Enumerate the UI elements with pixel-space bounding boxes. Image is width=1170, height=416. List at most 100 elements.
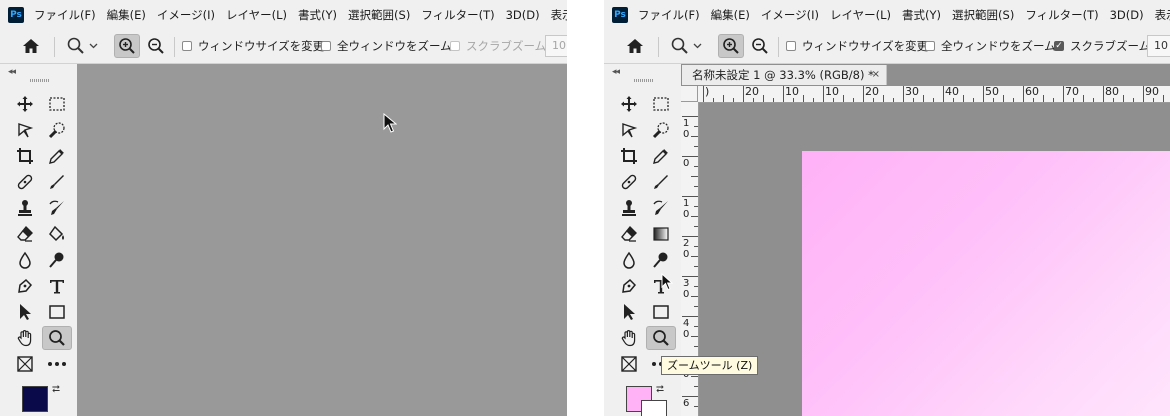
zoom-percent-field[interactable]: 10: [1147, 35, 1170, 57]
menu-layer[interactable]: レイヤー(L): [830, 7, 891, 23]
hand-tool-button[interactable]: [614, 326, 644, 350]
rect-marquee-tool-button[interactable]: [646, 92, 676, 116]
crop-tool-button[interactable]: [10, 144, 40, 168]
resize-windows-checkbox[interactable]: [182, 41, 192, 51]
menu-type[interactable]: 書式(Y): [902, 7, 941, 23]
zoom-in-button[interactable]: [718, 34, 744, 58]
hand-tool-button[interactable]: [10, 326, 40, 350]
zoom-out-button[interactable]: [747, 34, 773, 58]
ruler-tick: [682, 276, 698, 277]
eraser-tool-button[interactable]: [10, 222, 40, 246]
resize-windows-option[interactable]: ウィンドウサイズを変更: [786, 38, 928, 54]
menu-file[interactable]: ファイル(F): [638, 7, 700, 23]
dodge-tool-button[interactable]: [646, 248, 676, 272]
gradient-tool-button[interactable]: [646, 222, 676, 246]
zoom-all-windows-option[interactable]: 全ウィンドウをズーム: [321, 38, 452, 54]
scrubby-zoom-option[interactable]: ✓ スクラブズーム: [1054, 38, 1150, 54]
brush-tool-button[interactable]: [42, 170, 72, 194]
horizontal-ruler[interactable]: ) 20 10 10 20 30 40 50 60 70 80 90: [698, 86, 1170, 103]
zoom-tool-button[interactable]: [646, 326, 676, 350]
menu-select[interactable]: 選択範囲(S): [952, 7, 1014, 23]
ruler-label: 4: [683, 318, 690, 329]
menu-edit[interactable]: 編集(E): [711, 7, 750, 23]
blur-tool-button[interactable]: [614, 248, 644, 272]
collapse-panel-icon[interactable]: ◂◂: [8, 67, 16, 77]
eyedropper-tool-button[interactable]: [42, 144, 72, 168]
zoom-all-windows-checkbox[interactable]: [321, 41, 331, 51]
move-tool-button[interactable]: [614, 92, 644, 116]
scrubby-zoom-checkbox[interactable]: ✓: [1054, 41, 1064, 51]
healing-tool-button[interactable]: [10, 170, 40, 194]
brush-tool-button[interactable]: [646, 170, 676, 194]
home-button[interactable]: [16, 34, 46, 58]
close-tab-icon[interactable]: ×: [872, 65, 880, 85]
stamp-tool-button[interactable]: [614, 196, 644, 220]
zoom-in-button[interactable]: [114, 34, 140, 58]
path-select-tool-button[interactable]: [10, 300, 40, 324]
rectangle-tool-button[interactable]: [42, 300, 72, 324]
collapse-panel-icon[interactable]: ◂◂: [612, 67, 620, 77]
menu-filter[interactable]: フィルター(T): [1025, 7, 1098, 23]
history-brush-tool-button[interactable]: [42, 196, 72, 220]
menu-filter[interactable]: フィルター(T): [421, 7, 494, 23]
menu-image[interactable]: イメージ(I): [761, 7, 819, 23]
dodge-tool-button[interactable]: [42, 248, 72, 272]
ruler-minor-tick: [953, 98, 954, 102]
healing-tool-button[interactable]: [614, 170, 644, 194]
paint-bucket-tool-button[interactable]: [42, 222, 72, 246]
document-tab[interactable]: 名称未設定 1 @ 33.3% (RGB/8) * ×: [682, 65, 887, 85]
ruler-label: 30: [905, 86, 919, 98]
menu-3d[interactable]: 3D(D): [1110, 8, 1144, 22]
ruler-label: 20: [865, 86, 879, 98]
lasso-tool-button[interactable]: [614, 118, 644, 142]
foreground-color-swatch[interactable]: [22, 386, 48, 412]
blur-tool-button[interactable]: [10, 248, 40, 272]
menu-3d[interactable]: 3D(D): [506, 8, 540, 22]
menu-image[interactable]: イメージ(I): [157, 7, 215, 23]
resize-windows-checkbox[interactable]: [786, 41, 796, 51]
frame-tool-button[interactable]: [10, 352, 40, 376]
zoom-all-windows-option[interactable]: 全ウィンドウをズーム: [925, 38, 1056, 54]
document-canvas[interactable]: [802, 151, 1170, 416]
menu-edit[interactable]: 編集(E): [107, 7, 146, 23]
lasso-tool-button[interactable]: [10, 118, 40, 142]
zoom-tool-button[interactable]: [42, 326, 72, 350]
ruler-tick: [1023, 86, 1024, 102]
rect-marquee-tool-button[interactable]: [42, 92, 72, 116]
swap-colors-icon[interactable]: ⮂: [52, 384, 60, 395]
tool-preset-picker[interactable]: [664, 34, 708, 58]
path-select-tool-button[interactable]: [614, 300, 644, 324]
history-brush-tool-button[interactable]: [646, 196, 676, 220]
frame-tool-button[interactable]: [614, 352, 644, 376]
menu-view[interactable]: 表示(V): [551, 7, 567, 23]
move-tool-button[interactable]: [10, 92, 40, 116]
ruler-minor-tick: [691, 216, 698, 217]
type-tool-button[interactable]: [42, 274, 72, 298]
menu-type[interactable]: 書式(Y): [298, 7, 337, 23]
home-button[interactable]: [620, 34, 650, 58]
zoom-all-windows-checkbox[interactable]: [925, 41, 935, 51]
quick-select-tool-button[interactable]: [646, 118, 676, 142]
swap-colors-icon[interactable]: ⮂: [656, 384, 664, 395]
more-tool-button[interactable]: [42, 352, 72, 376]
tool-preset-picker[interactable]: [60, 34, 104, 58]
quick-select-tool-button[interactable]: [42, 118, 72, 142]
resize-windows-option[interactable]: ウィンドウサイズを変更: [182, 38, 324, 54]
pen-tool-button[interactable]: [614, 274, 644, 298]
empty-workspace[interactable]: [77, 64, 567, 416]
menu-select[interactable]: 選択範囲(S): [348, 7, 410, 23]
ruler-origin[interactable]: [681, 86, 698, 102]
eyedropper-tool-button[interactable]: [646, 144, 676, 168]
menu-view[interactable]: 表示(V): [1155, 7, 1170, 23]
panel-grip[interactable]: [30, 79, 50, 82]
menu-file[interactable]: ファイル(F): [34, 7, 96, 23]
stamp-tool-button[interactable]: [10, 196, 40, 220]
rectangle-tool-button[interactable]: [646, 300, 676, 324]
zoom-out-button[interactable]: [143, 34, 169, 58]
crop-tool-button[interactable]: [614, 144, 644, 168]
panel-grip[interactable]: [634, 79, 654, 82]
eraser-tool-button[interactable]: [614, 222, 644, 246]
pen-tool-button[interactable]: [10, 274, 40, 298]
menu-layer[interactable]: レイヤー(L): [226, 7, 287, 23]
background-color-swatch[interactable]: [641, 400, 667, 416]
